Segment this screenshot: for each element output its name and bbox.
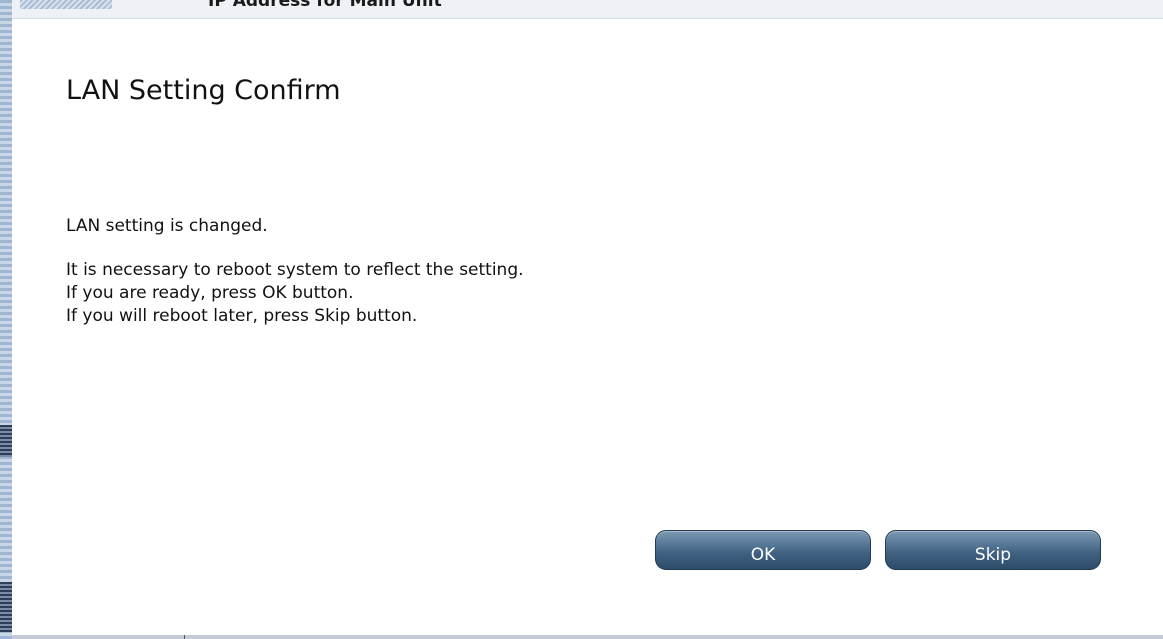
dialog-title: LAN Setting Confirm <box>66 75 341 106</box>
message-line-reboot-required: It is necessary to reboot system to refl… <box>66 260 524 280</box>
message-line-skip-instruction: If you will reboot later, press Skip but… <box>66 306 418 326</box>
dialog-message: LAN setting is changed. It is necessary … <box>66 215 524 328</box>
background-left-edge-band <box>0 425 12 457</box>
message-line-changed: LAN setting is changed. <box>66 216 268 236</box>
skip-button[interactable]: Skip <box>885 530 1101 570</box>
lan-setting-confirm-dialog: LAN Setting Confirm LAN setting is chang… <box>12 18 1163 636</box>
skip-button-label: Skip <box>974 545 1012 565</box>
background-left-edge <box>0 0 12 639</box>
message-spacer <box>66 238 524 259</box>
background-partial-heading: IP Address for Main Unit <box>208 0 442 11</box>
background-bottom-edge <box>12 635 1163 639</box>
ok-button-label: OK <box>750 545 776 565</box>
message-line-ok-instruction: If you are ready, press OK button. <box>66 283 354 303</box>
background-left-edge-band <box>0 582 12 632</box>
ok-button[interactable]: OK <box>655 530 871 570</box>
background-bottom-tick <box>184 635 185 639</box>
background-tab-corner <box>20 0 112 9</box>
background-header: IP Address for Main Unit <box>12 0 1163 18</box>
